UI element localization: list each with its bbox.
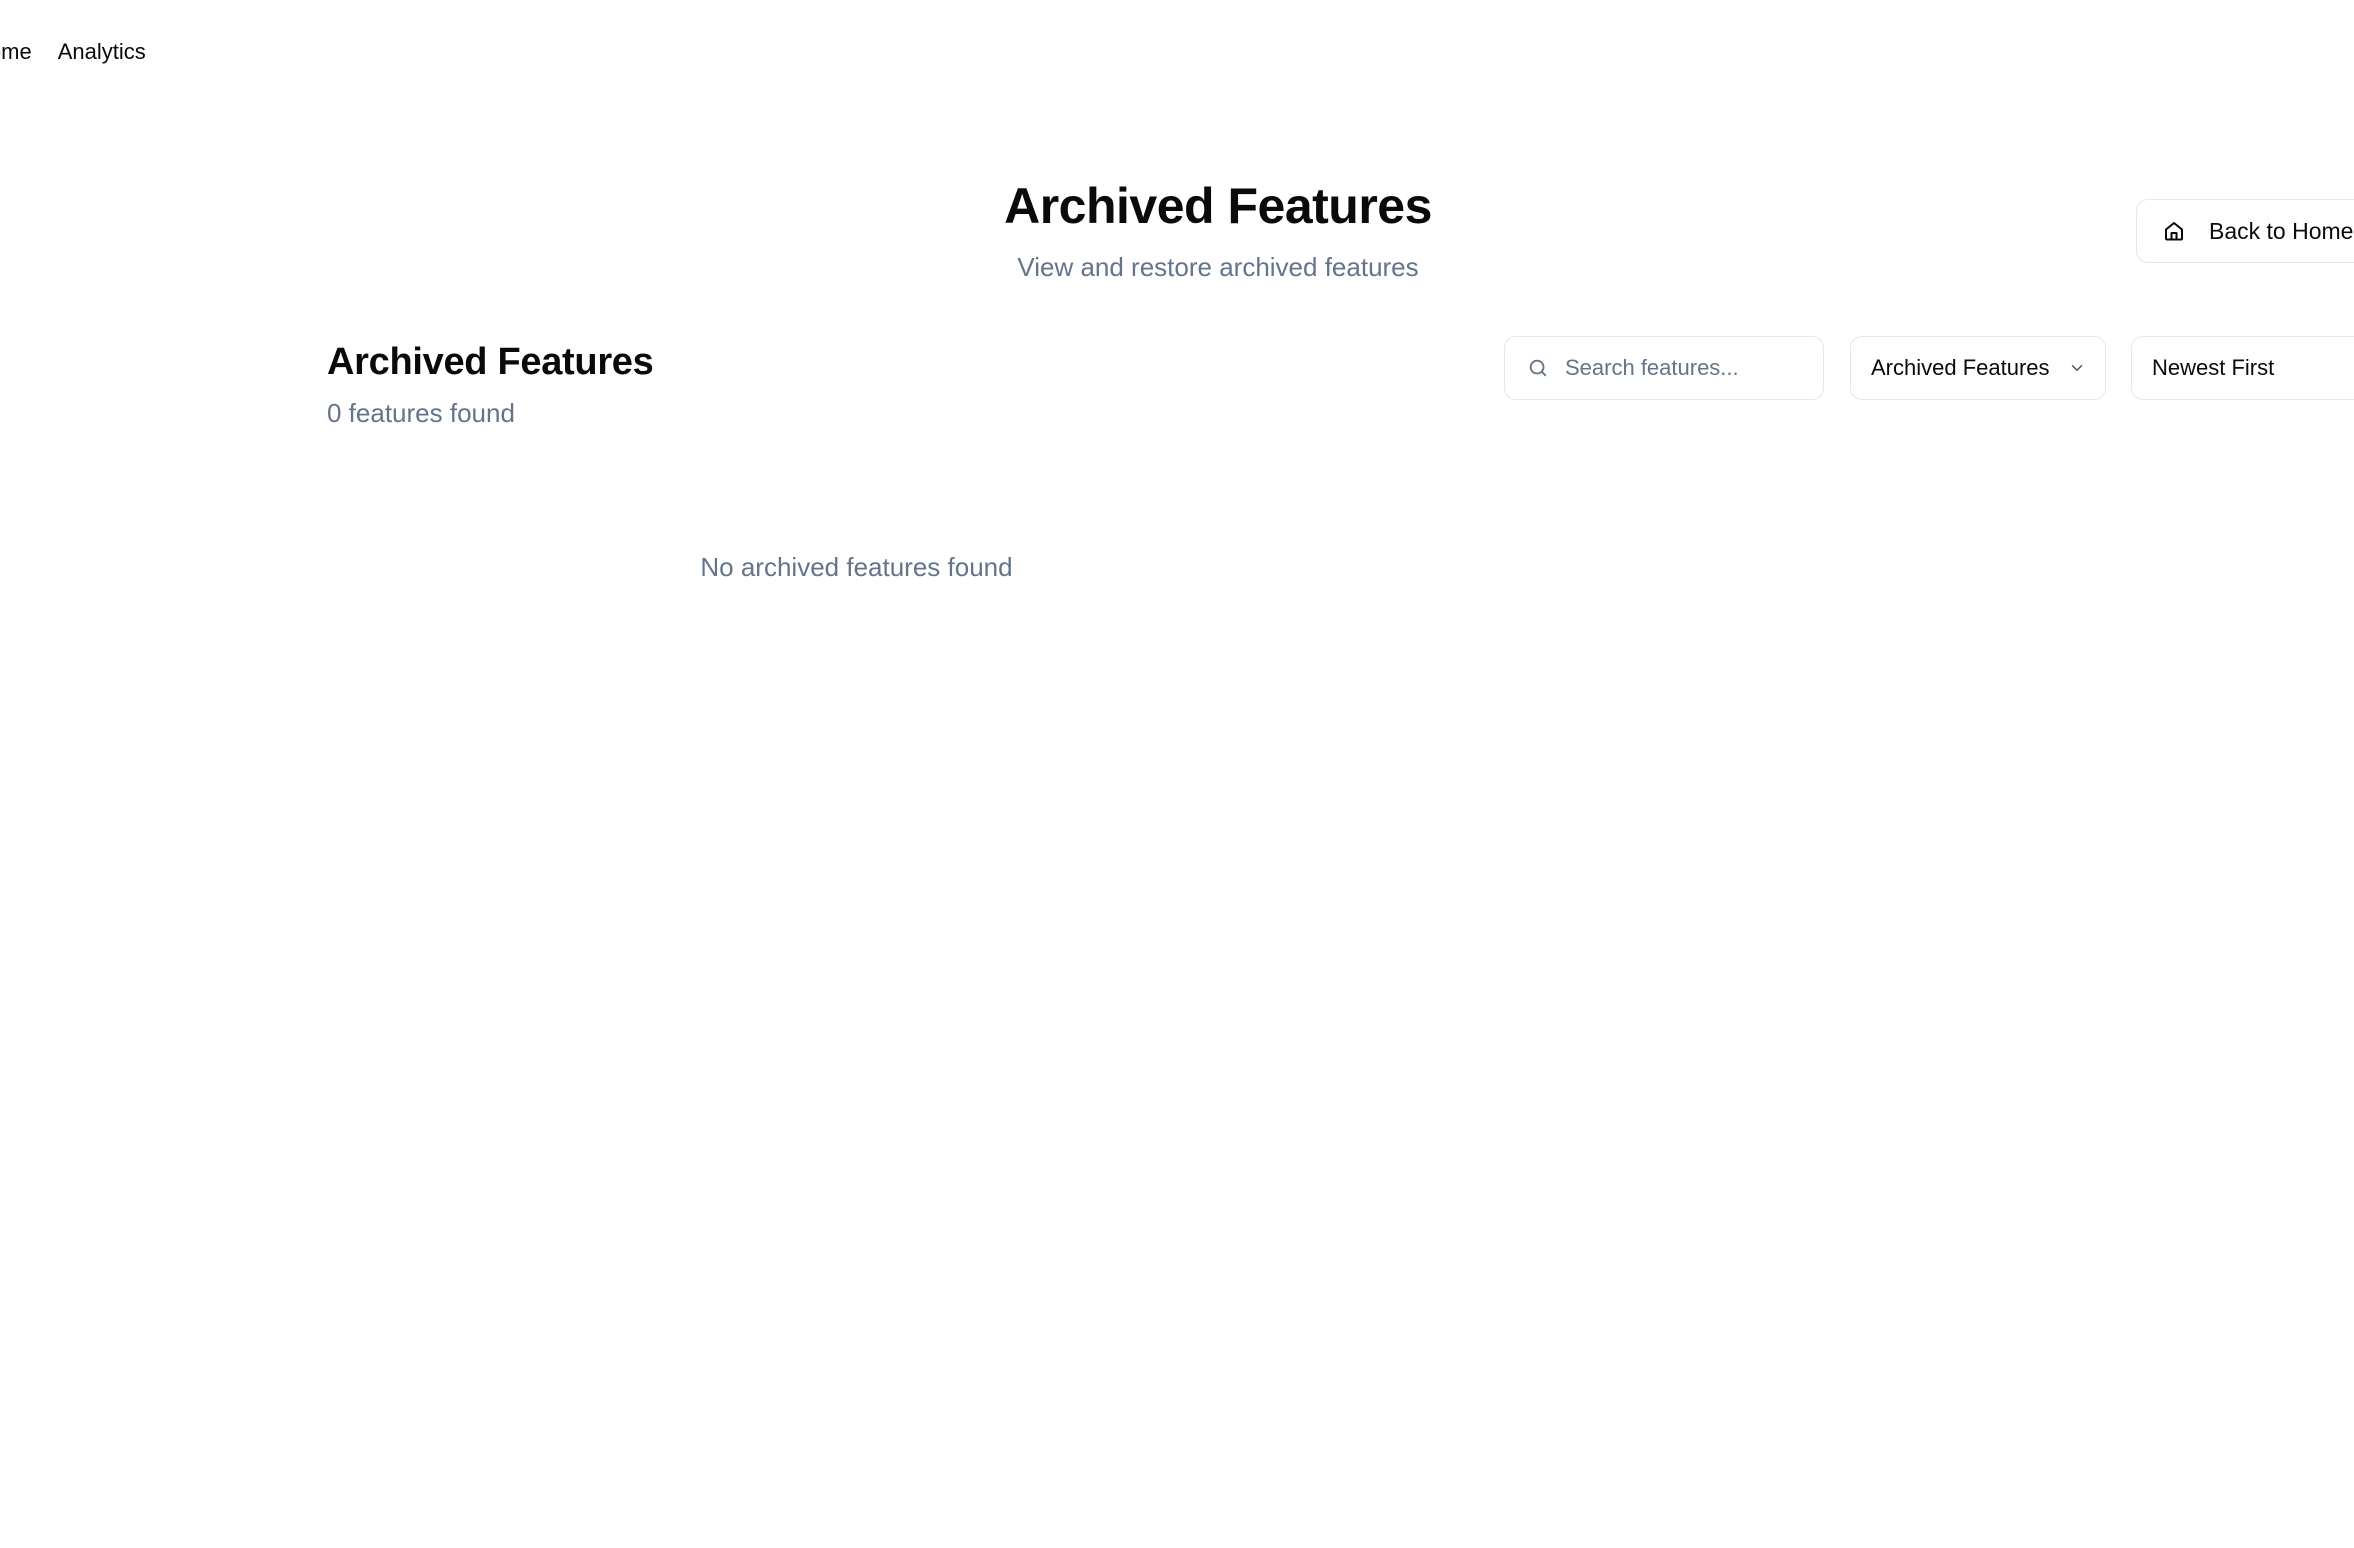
sort-order-select[interactable]: Newest First	[2131, 336, 2354, 400]
page-title: Archived Features	[1004, 178, 1432, 234]
back-to-home-label: Back to Home	[2209, 217, 2354, 244]
page-subtitle: View and restore archived features	[1017, 252, 1419, 282]
archived-features-page: Home Analytics Archived Features View an…	[0, 0, 2354, 1548]
sort-order-value: Newest First	[2152, 355, 2275, 380]
section-title: Archived Features	[327, 341, 654, 383]
chevron-down-icon	[2067, 358, 2087, 378]
home-icon	[2161, 218, 2187, 244]
top-nav: Home Analytics	[0, 0, 146, 104]
search-field[interactable]	[1504, 336, 1824, 400]
search-icon	[1525, 355, 1551, 381]
search-input[interactable]	[1565, 355, 1805, 381]
status-filter-value: Archived Features	[1871, 355, 2050, 380]
nav-link-analytics[interactable]: Analytics	[58, 41, 146, 63]
status-filter-select[interactable]: Archived Features	[1850, 336, 2106, 400]
features-count: 0 features found	[327, 398, 515, 428]
empty-state-message: No archived features found	[700, 552, 1013, 582]
back-to-home-button[interactable]: Back to Home	[2136, 199, 2354, 263]
nav-link-home[interactable]: Home	[0, 41, 32, 63]
